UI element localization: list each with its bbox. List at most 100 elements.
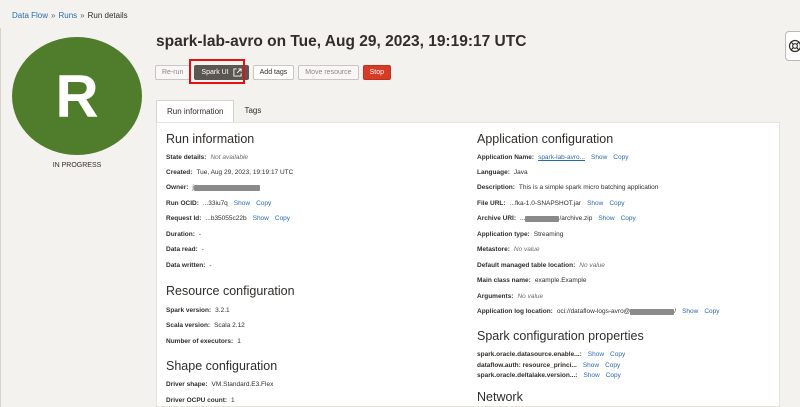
- breadcrumb-current: Run details: [87, 11, 128, 20]
- driver-ocpu-label: Driver OCPU count:: [166, 397, 228, 404]
- spark-property-key: spark.oracle.deltalake.version...:: [477, 372, 578, 379]
- metastore-row: Metastore: No value: [477, 246, 540, 253]
- breadcrumb-separator: »: [51, 11, 56, 20]
- spark-property-key: dataflow.auth: resource_princi...: [477, 362, 577, 369]
- rerun-button[interactable]: Re-run: [155, 65, 191, 80]
- app-name-link[interactable]: spark-lab-avro...: [538, 154, 585, 161]
- driver-ocpu-value: 1: [231, 397, 235, 404]
- spark-version-value: 3.2.1: [215, 307, 230, 314]
- spark-properties-heading: Spark configuration properties: [477, 329, 644, 343]
- spark-property-show-link[interactable]: Show: [588, 351, 604, 358]
- app-type-value: Streaming: [533, 231, 564, 238]
- tab-tags[interactable]: Tags: [234, 100, 271, 121]
- spark-property-show-link[interactable]: Show: [583, 362, 599, 369]
- description-value: This is a simple spark micro batching ap…: [518, 184, 659, 191]
- scala-version-label: Scala version:: [166, 322, 211, 329]
- data-read-value: -: [201, 246, 204, 253]
- add-tags-button[interactable]: Add tags: [252, 65, 295, 80]
- highlight-box: [189, 59, 246, 84]
- network-heading: Network: [477, 390, 523, 404]
- created-label: Created:: [166, 169, 193, 176]
- breadcrumb-separator: »: [80, 11, 85, 20]
- executors-label: Number of executors:: [166, 338, 234, 345]
- log-location-value: oci://dataflow-logs-avro@ /: [557, 308, 676, 315]
- run-ocid-row: Run OCID: ...33iu7q Show Copy: [166, 200, 271, 207]
- spark-property-key: spark.oracle.datasource.enable...:: [477, 351, 582, 358]
- app-type-label: Application type:: [477, 231, 530, 238]
- state-details-value: Not available: [210, 154, 249, 161]
- tab-run-information[interactable]: Run information: [156, 100, 235, 122]
- run-ocid-copy-link[interactable]: Copy: [256, 200, 271, 207]
- details-panel: Run information State details: Not avail…: [156, 122, 780, 407]
- request-id-label: Request Id:: [166, 215, 202, 222]
- run-ocid-show-link[interactable]: Show: [234, 200, 250, 207]
- spark-version-label: Spark version:: [166, 307, 212, 314]
- redacted-block: [525, 215, 560, 222]
- resource-configuration-heading: Resource configuration: [166, 284, 295, 298]
- page-title: spark-lab-avro on Tue, Aug 29, 2023, 19:…: [156, 33, 527, 50]
- scala-version-row: Scala version: Scala 2.12: [166, 322, 245, 329]
- app-name-copy-link[interactable]: Copy: [613, 154, 628, 161]
- created-value: Tue, Aug 29, 2023, 19:19:17 UTC: [196, 169, 294, 176]
- redacted-block: [193, 184, 260, 191]
- archive-uri-suffix: /archive.zip: [559, 215, 593, 222]
- main-class-label: Main class name:: [477, 277, 531, 284]
- spark-property-copy-link[interactable]: Copy: [605, 362, 620, 369]
- lifebuoy-icon: [788, 39, 800, 53]
- log-location-row: Application log location: oci://dataflow…: [477, 308, 720, 315]
- file-url-show-link[interactable]: Show: [587, 200, 603, 207]
- arguments-row: Arguments: No value: [477, 293, 543, 300]
- spark-property-row: dataflow.auth: resource_princi... Show C…: [477, 362, 620, 369]
- spark-property-show-link[interactable]: Show: [583, 372, 599, 379]
- request-id-show-link[interactable]: Show: [253, 215, 269, 222]
- created-row: Created: Tue, Aug 29, 2023, 19:19:17 UTC: [166, 169, 293, 176]
- data-read-row: Data read: -: [166, 246, 204, 253]
- spark-ui-wrapper: Spark UI: [189, 59, 249, 84]
- application-configuration-heading: Application configuration: [477, 132, 614, 146]
- app-name-row: Application Name: spark-lab-avro... Show…: [477, 154, 628, 161]
- executors-value: 1: [237, 338, 241, 345]
- app-name-label: Application Name:: [477, 154, 535, 161]
- arguments-label: Arguments:: [477, 293, 514, 300]
- owner-label: Owner:: [166, 184, 189, 191]
- spark-property-row: spark.oracle.datasource.enable...: Show …: [477, 351, 625, 358]
- left-border: [0, 28, 1, 407]
- spark-property-copy-link[interactable]: Copy: [610, 351, 625, 358]
- driver-shape-label: Driver shape:: [166, 381, 208, 388]
- redacted-block: [630, 308, 675, 315]
- archive-uri-row: Archive URI: .../archive.zip Show Copy: [477, 215, 636, 222]
- archive-uri-value: .../archive.zip: [520, 215, 592, 222]
- log-location-suffix: /: [674, 308, 677, 315]
- state-details-label: State details:: [166, 154, 207, 161]
- file-url-label: File URL:: [477, 200, 506, 207]
- driver-shape-row: Driver shape: VM.Standard.E3.Flex: [166, 381, 273, 388]
- log-location-show-link[interactable]: Show: [682, 308, 698, 315]
- arguments-value: No value: [517, 293, 544, 300]
- stop-button[interactable]: Stop: [362, 65, 391, 80]
- file-url-copy-link[interactable]: Copy: [609, 200, 624, 207]
- archive-uri-show-link[interactable]: Show: [598, 215, 614, 222]
- run-ocid-value: ...33iu7q: [202, 200, 228, 207]
- help-widget-icon[interactable]: [785, 31, 800, 61]
- spark-version-row: Spark version: 3.2.1: [166, 307, 230, 314]
- log-location-copy-link[interactable]: Copy: [704, 308, 719, 315]
- data-written-row: Data written: -: [166, 262, 212, 269]
- app-name-show-link[interactable]: Show: [591, 154, 607, 161]
- status-badge: IN PROGRESS: [52, 162, 102, 169]
- request-id-copy-link[interactable]: Copy: [275, 215, 290, 222]
- breadcrumb-data-flow[interactable]: Data Flow: [12, 11, 48, 20]
- data-written-value: -: [209, 262, 212, 269]
- breadcrumb-runs[interactable]: Runs: [58, 11, 77, 20]
- spark-property-row: spark.oracle.deltalake.version...: Show …: [477, 372, 621, 379]
- duration-label: Duration:: [166, 231, 195, 238]
- language-label: Language:: [477, 169, 510, 176]
- driver-shape-value: VM.Standard.E3.Flex: [211, 381, 274, 388]
- language-value: Java: [513, 169, 528, 176]
- spark-property-copy-link[interactable]: Copy: [606, 372, 621, 379]
- default-table-location-value: No value: [579, 262, 605, 269]
- move-resource-button[interactable]: Move resource: [298, 65, 359, 80]
- archive-uri-copy-link[interactable]: Copy: [621, 215, 636, 222]
- run-information-heading: Run information: [166, 132, 255, 146]
- file-url-value: ...fka-1.0-SNAPSHOT.jar: [509, 200, 582, 207]
- shape-configuration-heading: Shape configuration: [166, 359, 278, 373]
